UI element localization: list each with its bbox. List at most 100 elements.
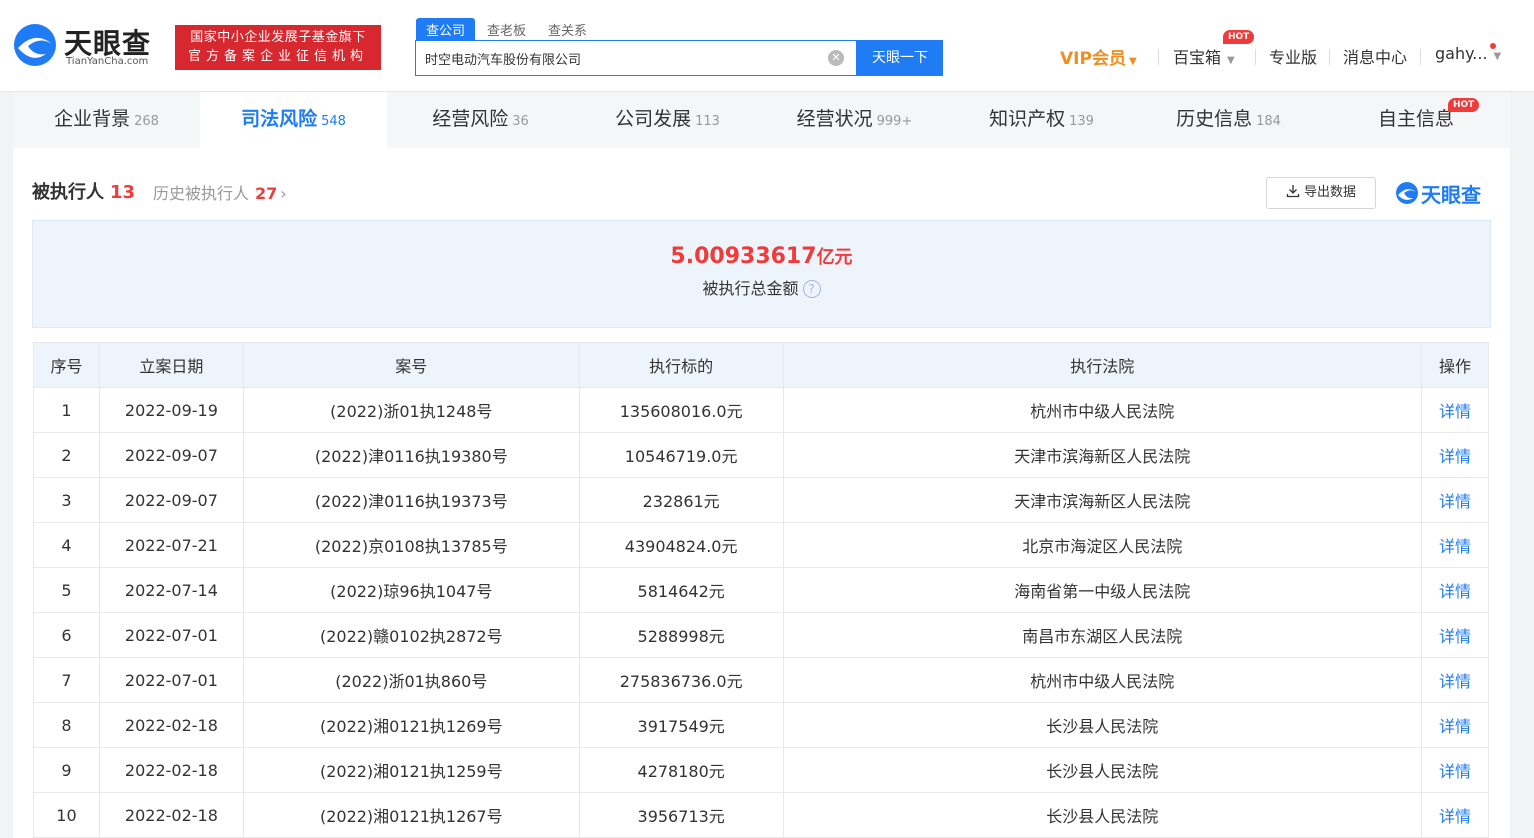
tab-operating-status[interactable]: 经营状况 999+ <box>761 92 948 148</box>
tab-intellectual-property[interactable]: 知识产权 139 <box>948 92 1135 148</box>
tab-label: 知识产权 <box>989 108 1066 130</box>
clear-icon[interactable]: ✕ <box>828 50 844 66</box>
cell-court: 北京市海淀区人民法院 <box>782 522 1423 568</box>
cell-court: 长沙县人民法院 <box>782 702 1423 748</box>
tab-history-info[interactable]: 历史信息 184 <box>1135 92 1322 148</box>
detail-link[interactable]: 详情 <box>1421 387 1489 433</box>
cell-date: 2022-07-21 <box>98 522 244 568</box>
chevron-down-icon: ▼ <box>1227 55 1235 66</box>
divider <box>1255 49 1256 65</box>
cell-amount: 10546719.0元 <box>578 432 784 478</box>
cell-index: 2 <box>33 432 100 478</box>
badge-line1: 国家中小企业发展子基金旗下 <box>190 30 366 45</box>
logo-eye-icon <box>14 24 56 66</box>
detail-link[interactable]: 详情 <box>1421 702 1489 748</box>
tab-company-background[interactable]: 企业背景 268 <box>13 92 200 148</box>
tab-search-boss[interactable]: 查老板 <box>477 18 536 40</box>
cell-court: 杭州市中级人民法院 <box>782 657 1423 703</box>
cell-amount: 275836736.0元 <box>578 657 784 703</box>
cell-date: 2022-02-18 <box>98 747 244 793</box>
cell-case: (2022)京0108执13785号 <box>242 522 580 568</box>
cell-amount: 5814642元 <box>578 567 784 613</box>
search-tabs: 查公司 查老板 查关系 <box>416 18 599 40</box>
tab-company-development[interactable]: 公司发展 113 <box>574 92 761 148</box>
top-header: 天眼查 TianYanCha.com 国家中小企业发展子基金旗下 官方备案企业征… <box>0 0 1534 92</box>
official-badge: 国家中小企业发展子基金旗下 官方备案企业征信机构 <box>175 25 381 70</box>
table-row: 4 2022-07-21 (2022)京0108执13785号 43904824.0元… <box>33 522 1489 568</box>
cell-case: (2022)湘0121执1267号 <box>242 792 580 838</box>
detail-link[interactable]: 详情 <box>1421 657 1489 703</box>
detail-link[interactable]: 详情 <box>1421 612 1489 658</box>
tab-search-company[interactable]: 查公司 <box>416 18 476 40</box>
tab-label: 经营状况 <box>796 108 873 130</box>
cell-date: 2022-02-18 <box>98 792 244 838</box>
hot-badge: HOT <box>1448 98 1480 112</box>
detail-link[interactable]: 详情 <box>1421 522 1489 568</box>
col-filing-date: 立案日期 <box>98 342 244 388</box>
site-logo[interactable]: 天眼查 TianYanCha.com <box>12 20 164 72</box>
cell-amount: 232861元 <box>578 477 784 523</box>
search-button[interactable]: 天眼一下 <box>857 40 943 76</box>
detail-link[interactable]: 详情 <box>1421 792 1489 838</box>
col-court: 执行法院 <box>782 342 1423 388</box>
tab-label: 历史信息 <box>1176 108 1253 130</box>
history-executed-link[interactable]: 历史被执行人 27 › <box>153 180 287 204</box>
cell-amount: 43904824.0元 <box>578 522 784 568</box>
help-icon[interactable]: ? <box>802 280 821 298</box>
total-amount-unit: 亿元 <box>816 247 853 268</box>
detail-link[interactable]: 详情 <box>1421 477 1489 523</box>
export-data-button[interactable]: 导出数据 <box>1266 177 1376 209</box>
col-index: 序号 <box>33 342 100 388</box>
tab-label: 公司发展 <box>615 108 692 130</box>
cell-index: 4 <box>33 522 100 568</box>
message-center-link[interactable]: 消息中心 <box>1343 44 1407 68</box>
vip-label: VIP会员 <box>1060 49 1126 69</box>
cell-court: 南昌市东湖区人民法院 <box>782 612 1423 658</box>
table-row: 6 2022-07-01 (2022)赣0102执2872号 5288998元 南昌市东… <box>33 612 1489 658</box>
cell-amount: 4278180元 <box>578 747 784 793</box>
treasure-menu[interactable]: 百宝箱 ▼ <box>1173 44 1235 68</box>
download-icon <box>1286 185 1300 198</box>
tab-count: 548 <box>321 114 346 129</box>
tab-self-info[interactable]: 自主信息 HOT <box>1322 92 1510 148</box>
detail-link[interactable]: 详情 <box>1421 432 1489 478</box>
history-label: 历史被执行人 <box>153 184 250 203</box>
tab-count: 999+ <box>876 114 913 129</box>
cell-court: 海南省第一中级人民法院 <box>782 567 1423 613</box>
table-header-row: 序号 立案日期 案号 执行标的 执行法院 操作 <box>33 342 1489 388</box>
vip-menu[interactable]: VIP会员 ▼ <box>1060 44 1137 69</box>
cell-case: (2022)浙01执1248号 <box>242 387 580 433</box>
content-card: 企业背景 268 司法风险 548 经营风险 36 公司发展 113 经营状况 999+ … <box>13 92 1510 838</box>
cell-amount: 3917549元 <box>578 702 784 748</box>
detail-link[interactable]: 详情 <box>1421 747 1489 793</box>
watermark-logo: 天眼查 <box>1395 178 1495 208</box>
user-name: gahy... <box>1435 44 1488 63</box>
cell-index: 10 <box>33 792 100 838</box>
detail-link[interactable]: 详情 <box>1421 567 1489 613</box>
cell-index: 7 <box>33 657 100 703</box>
tab-judicial-risk[interactable]: 司法风险 548 <box>200 92 387 148</box>
cell-case: (2022)津0116执19380号 <box>242 432 580 478</box>
tab-search-relation[interactable]: 查关系 <box>538 18 597 40</box>
tab-count: 36 <box>512 114 529 129</box>
tab-operating-risk[interactable]: 经营风险 36 <box>387 92 574 148</box>
tab-label: 企业背景 <box>54 108 131 130</box>
tab-count: 268 <box>134 114 159 129</box>
tab-count: 139 <box>1069 114 1094 129</box>
cell-date: 2022-02-18 <box>98 702 244 748</box>
chevron-right-icon: › <box>280 184 287 203</box>
cell-date: 2022-09-07 <box>98 432 244 478</box>
cell-index: 3 <box>33 477 100 523</box>
search-input[interactable] <box>416 41 816 75</box>
cell-date: 2022-07-14 <box>98 567 244 613</box>
table-row: 3 2022-09-07 (2022)津0116执19373号 232861元 天津市滨… <box>33 477 1489 523</box>
pro-link[interactable]: 专业版 <box>1269 44 1317 68</box>
watermark-text: 天眼查 <box>1421 183 1481 207</box>
tab-label: 经营风险 <box>432 108 509 130</box>
treasure-label: 百宝箱 <box>1173 48 1222 67</box>
tab-label: 自主信息 <box>1377 108 1454 130</box>
cell-court: 天津市滨海新区人民法院 <box>782 477 1423 523</box>
table-row: 10 2022-02-18 (2022)湘0121执1267号 3956713元 长沙县… <box>33 792 1489 838</box>
divider <box>1420 49 1421 65</box>
table-row: 2 2022-09-07 (2022)津0116执19380号 10546719.0元… <box>33 432 1489 478</box>
